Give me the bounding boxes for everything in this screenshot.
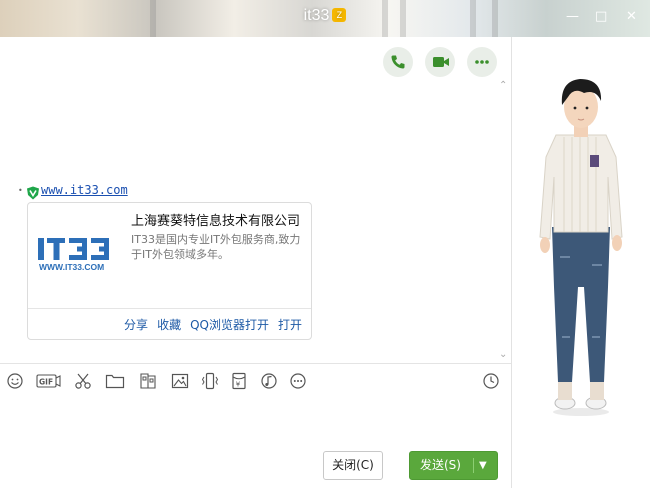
screenshot-button[interactable] (74, 372, 92, 390)
emoji-button[interactable] (6, 372, 24, 390)
music-icon (261, 373, 277, 389)
open-link[interactable]: 打开 (278, 318, 302, 332)
card-divider (28, 308, 311, 309)
avatar-figure (539, 79, 623, 416)
close-window-icon[interactable]: ✕ (626, 9, 637, 24)
red-packet-button[interactable]: ¥ (230, 372, 248, 390)
window-title: it33 Z (0, 7, 650, 25)
image-grid-button[interactable] (139, 372, 157, 390)
card-actions: 分享 收藏 QQ浏览器打开 打开 (115, 316, 302, 333)
chat-history-button[interactable] (482, 372, 500, 390)
svg-text:¥: ¥ (236, 381, 241, 389)
favorite-link[interactable]: 收藏 (157, 318, 181, 332)
send-button[interactable]: 发送(S) ▼ (409, 451, 498, 480)
more-tools-button[interactable] (289, 372, 307, 390)
red-packet-icon: ¥ (232, 372, 246, 390)
show-avatar-panel (511, 37, 650, 488)
folder-icon (105, 374, 125, 389)
card-description: IT33是国内专业IT外包服务商,致力于IT外包领域多年。 (131, 233, 301, 261)
close-button[interactable]: 关闭(C) (323, 451, 383, 480)
scissors-icon (75, 373, 91, 389)
maximize-icon[interactable]: □ (595, 9, 607, 24)
gif-button[interactable]: GIF (36, 372, 62, 390)
vibrate-icon (201, 372, 219, 390)
verified-v-icon (27, 186, 39, 200)
video-call-button[interactable] (425, 47, 455, 77)
send-file-button[interactable] (105, 372, 125, 390)
vip-badge-icon: Z (332, 8, 347, 22)
send-split-divider (473, 458, 474, 473)
music-share-button[interactable] (260, 372, 278, 390)
message-link[interactable]: www.it33.com (41, 183, 128, 197)
video-camera-icon (433, 57, 449, 67)
history-clock-icon (483, 373, 499, 389)
share-link[interactable]: 分享 (124, 318, 148, 332)
message-bullet: • (18, 186, 23, 195)
send-label: 发送(S) (420, 458, 461, 472)
svg-text:GIF: GIF (39, 378, 53, 387)
input-divider (0, 363, 511, 364)
card-title: 上海赛葵特信息技术有限公司 (131, 214, 301, 229)
more-icon (290, 373, 306, 389)
logo-url: WWW.IT33.COM (39, 262, 104, 272)
shake-window-button[interactable] (201, 372, 219, 390)
send-options-chevron-icon[interactable]: ▼ (479, 452, 487, 479)
image-grid-icon (140, 373, 156, 389)
phone-icon (391, 55, 405, 69)
more-icon (475, 60, 489, 64)
emoji-icon (7, 373, 23, 389)
more-actions-button[interactable] (467, 47, 497, 77)
picture-icon (171, 373, 189, 389)
link-preview-card[interactable]: 上海赛葵特信息技术有限公司 WWW.IT33.COM IT33是国内专业IT外包… (27, 202, 312, 340)
send-picture-button[interactable] (171, 372, 189, 390)
minimize-icon[interactable]: — (566, 9, 579, 24)
contact-name: it33 (303, 7, 330, 24)
collapse-up-icon[interactable]: ⌃ (499, 80, 507, 91)
title-bar: it33 Z — □ ✕ (0, 0, 650, 37)
it33-logo: WWW.IT33.COM (38, 238, 109, 272)
expand-down-icon[interactable]: ⌄ (499, 349, 507, 360)
voice-call-button[interactable] (383, 47, 413, 77)
open-in-qq-browser-link[interactable]: QQ浏览器打开 (190, 318, 269, 332)
gif-icon: GIF (36, 374, 61, 388)
